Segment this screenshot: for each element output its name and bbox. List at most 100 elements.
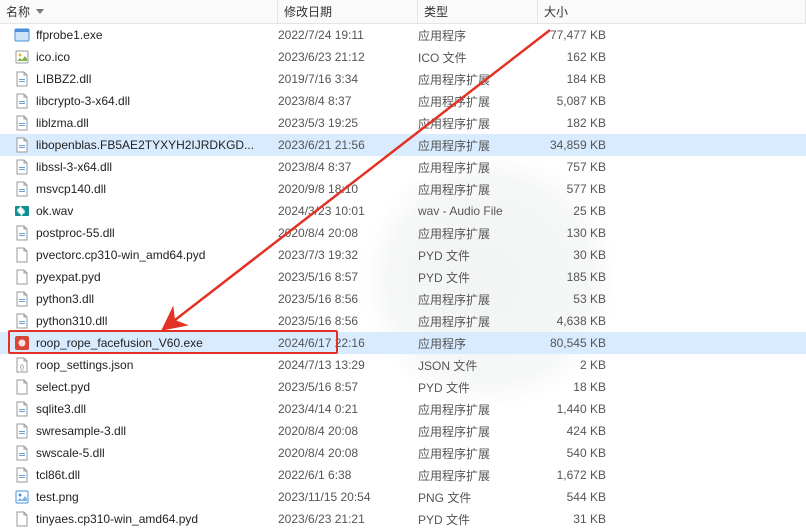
dll-file-icon	[14, 313, 30, 329]
file-size: 1,672 KB	[538, 468, 806, 482]
column-header-size-label: 大小	[544, 3, 568, 20]
file-size: 162 KB	[538, 50, 806, 64]
sort-descending-icon	[36, 9, 44, 14]
file-date: 2020/8/4 20:08	[278, 446, 418, 460]
file-row[interactable]: tinyaes.cp310-win_amd64.pyd2023/6/23 21:…	[0, 508, 806, 530]
pyd-file-icon	[14, 511, 30, 527]
file-size: 577 KB	[538, 182, 806, 196]
file-row[interactable]: ok.wav2024/3/23 10:01wav - Audio File25 …	[0, 200, 806, 222]
file-date: 2023/6/23 21:12	[278, 50, 418, 64]
file-type: ICO 文件	[418, 49, 538, 66]
file-size: 80,545 KB	[538, 336, 806, 350]
file-row[interactable]: roop_rope_facefusion_V60.exe 2024/6/17 22…	[0, 332, 806, 354]
file-size: 185 KB	[538, 270, 806, 284]
file-type: PYD 文件	[418, 511, 538, 528]
column-header-name[interactable]: 名称	[0, 0, 278, 23]
file-size: 544 KB	[538, 490, 806, 504]
file-date: 2023/8/4 8:37	[278, 160, 418, 174]
file-date: 2022/6/1 6:38	[278, 468, 418, 482]
file-name: select.pyd	[36, 380, 90, 394]
file-type: PYD 文件	[418, 269, 538, 286]
file-type: 应用程序扩展	[418, 159, 538, 176]
json-file-icon: {}	[14, 357, 30, 373]
file-row[interactable]: pyexpat.pyd 2023/5/16 8:57PYD 文件185 KB	[0, 266, 806, 288]
pyd-file-icon	[14, 269, 30, 285]
file-size: 31 KB	[538, 512, 806, 526]
file-name: postproc-55.dll	[36, 226, 115, 240]
file-row[interactable]: msvcp140.dll2020/9/8 18:10应用程序扩展577 KB	[0, 178, 806, 200]
file-name: ok.wav	[36, 204, 73, 218]
file-row[interactable]: liblzma.dll2023/5/3 19:25应用程序扩展182 KB	[0, 112, 806, 134]
dll-file-icon	[14, 423, 30, 439]
file-row[interactable]: swscale-5.dll 2020/8/4 20:08应用程序扩展540 KB	[0, 442, 806, 464]
file-name: roop_rope_facefusion_V60.exe	[36, 336, 203, 350]
dll-file-icon	[14, 71, 30, 87]
file-type: JSON 文件	[418, 357, 538, 374]
file-type: PYD 文件	[418, 247, 538, 264]
file-row[interactable]: select.pyd2023/5/16 8:57PYD 文件18 KB	[0, 376, 806, 398]
column-header-date[interactable]: 修改日期	[278, 0, 418, 23]
png-file-icon	[14, 489, 30, 505]
file-type: 应用程序扩展	[418, 225, 538, 242]
file-row[interactable]: swresample-3.dll2020/8/4 20:08应用程序扩展424 …	[0, 420, 806, 442]
file-list: ffprobe1.exe2022/7/24 19:11应用程序77,477 KB…	[0, 24, 806, 530]
column-header-type[interactable]: 类型	[418, 0, 538, 23]
file-row[interactable]: libopenblas.FB5AE2TYXYH2IJRDKGD...2023/6…	[0, 134, 806, 156]
file-row[interactable]: sqlite3.dll2023/4/14 0:21应用程序扩展1,440 KB	[0, 398, 806, 420]
file-size: 757 KB	[538, 160, 806, 174]
file-row[interactable]: pvectorc.cp310-win_amd64.pyd2023/7/3 19:…	[0, 244, 806, 266]
file-name: libcrypto-3-x64.dll	[36, 94, 130, 108]
file-name: ico.ico	[36, 50, 70, 64]
file-date: 2023/5/16 8:56	[278, 314, 418, 328]
file-row[interactable]: tcl86t.dll2022/6/1 6:38应用程序扩展1,672 KB	[0, 464, 806, 486]
file-row[interactable]: python3.dll2023/5/16 8:56应用程序扩展53 KB	[0, 288, 806, 310]
file-type: 应用程序扩展	[418, 467, 538, 484]
file-size: 53 KB	[538, 292, 806, 306]
file-date: 2024/6/17 22:16	[278, 336, 418, 350]
column-header-date-label: 修改日期	[284, 3, 332, 20]
dll-file-icon	[14, 137, 30, 153]
file-row[interactable]: ffprobe1.exe2022/7/24 19:11应用程序77,477 KB	[0, 24, 806, 46]
pyd-file-icon	[14, 379, 30, 395]
file-size: 184 KB	[538, 72, 806, 86]
file-row[interactable]: ico.ico 2023/6/23 21:12ICO 文件162 KB	[0, 46, 806, 68]
file-name: msvcp140.dll	[36, 182, 106, 196]
file-date: 2023/5/16 8:57	[278, 270, 418, 284]
file-date: 2020/8/4 20:08	[278, 424, 418, 438]
file-size: 18 KB	[538, 380, 806, 394]
file-row[interactable]: postproc-55.dll2020/8/4 20:08应用程序扩展130 K…	[0, 222, 806, 244]
file-type: 应用程序扩展	[418, 181, 538, 198]
file-name: swresample-3.dll	[36, 424, 126, 438]
file-size: 5,087 KB	[538, 94, 806, 108]
file-date: 2023/11/15 20:54	[278, 490, 418, 504]
file-row[interactable]: libssl-3-x64.dll2023/8/4 8:37应用程序扩展757 K…	[0, 156, 806, 178]
file-size: 540 KB	[538, 446, 806, 460]
column-header-row: 名称 修改日期 类型 大小	[0, 0, 806, 24]
file-name: roop_settings.json	[36, 358, 133, 372]
file-date: 2023/8/4 8:37	[278, 94, 418, 108]
file-type: 应用程序扩展	[418, 445, 538, 462]
file-type: 应用程序扩展	[418, 93, 538, 110]
file-size: 1,440 KB	[538, 402, 806, 416]
file-type: 应用程序扩展	[418, 313, 538, 330]
file-type: 应用程序扩展	[418, 71, 538, 88]
dll-file-icon	[14, 115, 30, 131]
file-size: 2 KB	[538, 358, 806, 372]
file-type: PYD 文件	[418, 379, 538, 396]
column-header-size[interactable]: 大小	[538, 0, 806, 23]
file-row[interactable]: LIBBZ2.dll2019/7/16 3:34应用程序扩展184 KB	[0, 68, 806, 90]
file-row[interactable]: {} roop_settings.json 2024/7/13 13:29JSON …	[0, 354, 806, 376]
file-size: 130 KB	[538, 226, 806, 240]
svg-text:{}: {}	[20, 365, 24, 371]
file-row[interactable]: libcrypto-3-x64.dll 2023/8/4 8:37应用程序扩展5,…	[0, 90, 806, 112]
file-type: 应用程序	[418, 335, 538, 352]
file-type: 应用程序扩展	[418, 401, 538, 418]
file-date: 2023/6/21 21:56	[278, 138, 418, 152]
file-name: swscale-5.dll	[36, 446, 105, 460]
file-name: tinyaes.cp310-win_amd64.pyd	[36, 512, 198, 526]
file-date: 2024/7/13 13:29	[278, 358, 418, 372]
file-name: liblzma.dll	[36, 116, 89, 130]
file-date: 2023/4/14 0:21	[278, 402, 418, 416]
file-row[interactable]: python310.dll2023/5/16 8:56应用程序扩展4,638 K…	[0, 310, 806, 332]
file-name: pyexpat.pyd	[36, 270, 101, 284]
